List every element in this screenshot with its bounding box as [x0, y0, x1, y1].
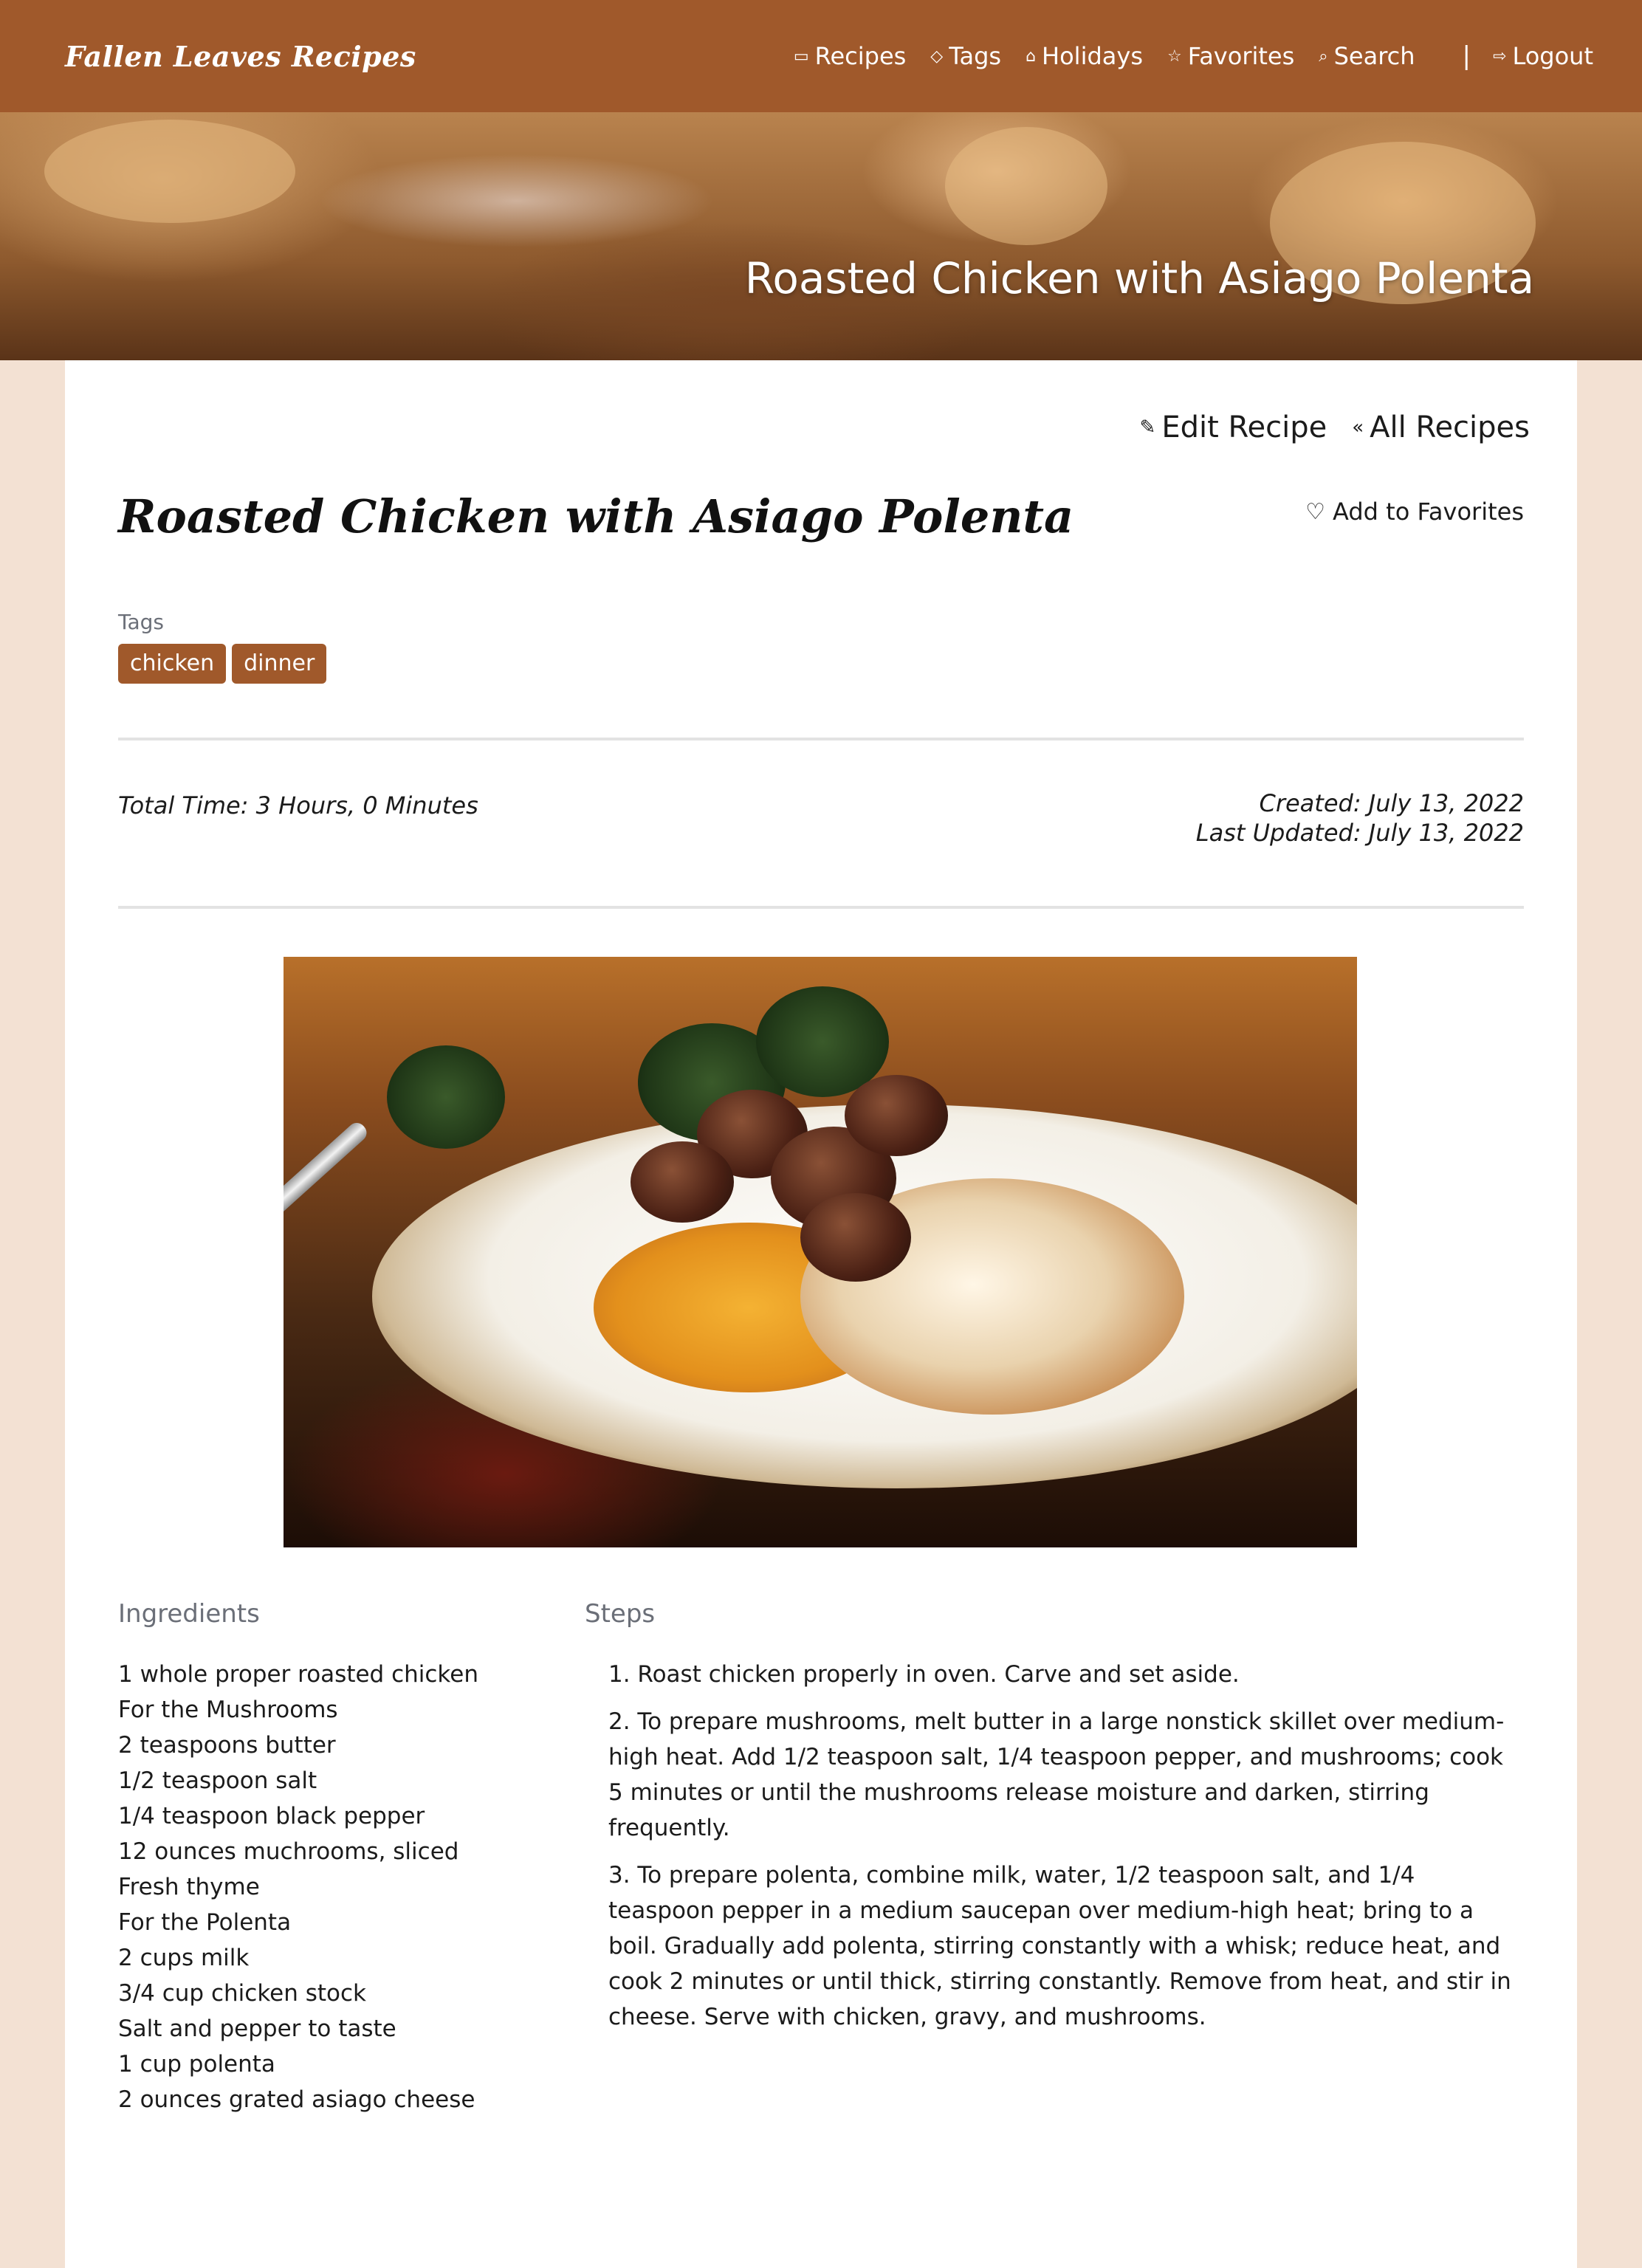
- search-icon: ⌕: [1319, 47, 1328, 66]
- tag-list: chicken dinner: [118, 644, 327, 684]
- nav-favorites-label: Favorites: [1187, 42, 1295, 70]
- step-item: 1. Roast chicken properly in oven. Carve…: [608, 1661, 1240, 1688]
- last-updated-date: Last Updated: July 13, 2022: [1195, 819, 1524, 847]
- all-recipes-link[interactable]: « All Recipes: [1352, 410, 1530, 444]
- photo-mushroom: [845, 1075, 948, 1156]
- tag-chicken[interactable]: chicken: [118, 644, 227, 684]
- ingredient-item: For the Mushrooms: [118, 1697, 338, 1723]
- ingredient-item: For the Polenta: [118, 1909, 292, 1936]
- nav-tags-label: Tags: [949, 42, 1002, 70]
- edit-recipe-label: Edit Recipe: [1161, 410, 1327, 444]
- nav-holidays-label: Holidays: [1042, 42, 1143, 70]
- nav-tags-link[interactable]: ◇ Tags: [930, 42, 1001, 70]
- star-icon: ☆: [1167, 47, 1182, 66]
- nav-search-link[interactable]: ⌕ Search: [1319, 42, 1415, 70]
- nav-holidays-link[interactable]: ⌂ Holidays: [1026, 42, 1143, 70]
- steps-title: Steps: [585, 1599, 656, 1629]
- tag-icon: ◇: [930, 47, 944, 66]
- ingredient-item: Salt and pepper to taste: [118, 2016, 396, 2042]
- recipe-dates: Created: July 13, 2022 Last Updated: Jul…: [1195, 789, 1524, 850]
- ingredients-title: Ingredients: [118, 1599, 260, 1629]
- recipe-title: Roasted Chicken with Asiago Polenta: [118, 489, 1074, 543]
- edit-icon: ✎: [1139, 416, 1156, 439]
- step-item: 2. To prepare mushrooms, melt butter in …: [608, 1708, 1505, 1841]
- step-list: 1. Roast chicken properly in oven. Carve…: [608, 1657, 1524, 2047]
- nav-search-label: Search: [1333, 42, 1415, 70]
- ingredient-list: 1 whole proper roasted chicken For the M…: [118, 1657, 478, 2117]
- ingredient-item: 2 teaspoons butter: [118, 1732, 336, 1759]
- all-recipes-label: All Recipes: [1370, 410, 1530, 444]
- ingredient-item: 1/2 teaspoon salt: [118, 1767, 317, 1794]
- step-item: 3. To prepare polenta, combine milk, wat…: [608, 1862, 1511, 2030]
- ingredient-item: Fresh thyme: [118, 1874, 260, 1900]
- nav-logout-label: Logout: [1512, 42, 1593, 70]
- recipe-actions: ✎ Edit Recipe « All Recipes: [1115, 410, 1530, 444]
- add-to-favorites-label: Add to Favorites: [1333, 498, 1524, 526]
- brand-logo[interactable]: Fallen Leaves Recipes: [65, 40, 416, 73]
- recipe-card-icon: ▭: [793, 47, 809, 66]
- tags-label: Tags: [118, 610, 164, 634]
- ingredient-item: 12 ounces muchrooms, sliced: [118, 1838, 459, 1865]
- nav-links: ▭ Recipes ◇ Tags ⌂ Holidays ☆ Favorites …: [769, 41, 1593, 71]
- nav-separator: |: [1462, 41, 1471, 71]
- photo-mushroom: [800, 1193, 911, 1282]
- nav-recipes-link[interactable]: ▭ Recipes: [794, 42, 906, 70]
- ingredient-item: 3/4 cup chicken stock: [118, 1980, 367, 2007]
- edit-recipe-link[interactable]: ✎ Edit Recipe: [1140, 410, 1327, 444]
- ingredient-item: 1 whole proper roasted chicken: [118, 1661, 478, 1688]
- logout-icon: ⇨: [1493, 47, 1507, 66]
- ingredient-item: 1 cup polenta: [118, 2051, 275, 2078]
- recipe-card: ✎ Edit Recipe « All Recipes Roasted Chic…: [65, 360, 1577, 2268]
- ingredient-item: 1/4 teaspoon black pepper: [118, 1803, 425, 1829]
- nav-recipes-label: Recipes: [814, 42, 907, 70]
- hero-background-cookie: [44, 120, 295, 223]
- nav-logout-link[interactable]: ⇨ Logout: [1493, 42, 1593, 70]
- add-to-favorites-button[interactable]: ♡ Add to Favorites: [1305, 498, 1524, 526]
- photo-broccoli: [387, 1045, 505, 1149]
- hero-banner: Roasted Chicken with Asiago Polenta: [0, 112, 1642, 360]
- hero-background-cookie: [945, 127, 1107, 245]
- cake-icon: ⌂: [1026, 47, 1037, 66]
- photo-fork: [284, 1119, 371, 1401]
- nav-favorites-link[interactable]: ☆ Favorites: [1167, 42, 1294, 70]
- ingredient-item: 2 cups milk: [118, 1945, 250, 1971]
- photo-mushroom: [631, 1141, 734, 1223]
- recipe-photo: [284, 957, 1357, 1547]
- ingredient-item: 2 ounces grated asiago cheese: [118, 2086, 475, 2113]
- hero-title: Roasted Chicken with Asiago Polenta: [744, 253, 1534, 303]
- divider: [118, 906, 1524, 909]
- heart-icon: ♡: [1305, 498, 1326, 525]
- tag-dinner[interactable]: dinner: [232, 644, 327, 684]
- divider: [118, 738, 1524, 740]
- double-chevron-left-icon: «: [1352, 416, 1364, 439]
- navbar: Fallen Leaves Recipes ▭ Recipes ◇ Tags ⌂…: [0, 0, 1642, 112]
- total-time: Total Time: 3 Hours, 0 Minutes: [118, 791, 478, 819]
